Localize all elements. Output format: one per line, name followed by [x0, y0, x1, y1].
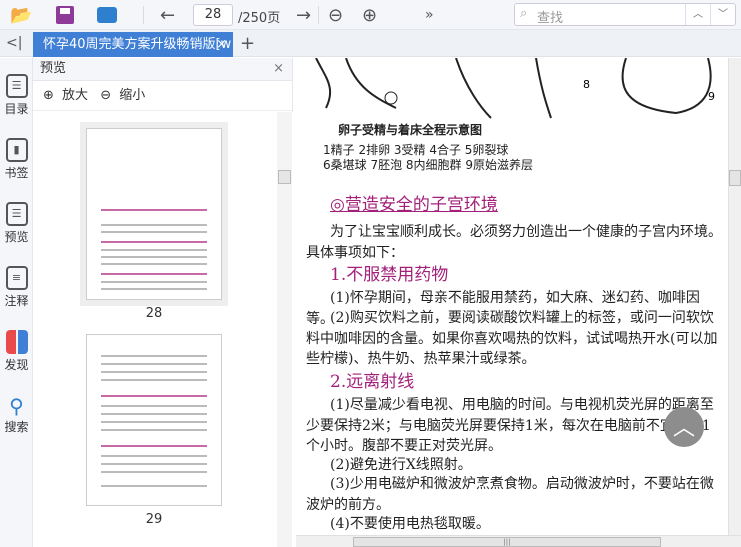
svg-text:8: 8	[583, 78, 590, 91]
thumbnail-page-number: 28	[145, 306, 163, 321]
paragraph: (3)少用电磁炉和微波炉烹煮食物。启动微波炉时，不要站在微波炉的前方。	[306, 476, 714, 513]
more-icon[interactable]: »	[425, 3, 434, 27]
paragraph: 为了让宝宝顺利成长。必须努力创造出一个健康的子宫内环境。具体事项如下：	[306, 224, 722, 261]
zoom-in-label: 放大	[62, 88, 89, 103]
zoom-out-button[interactable]: ⊖ 缩小	[100, 88, 149, 103]
section-heading: ◎营造安全的子宫环境	[330, 195, 498, 215]
new-tab-button[interactable]: +	[240, 33, 255, 54]
zoom-out-label: 缩小	[119, 88, 146, 103]
toolbar: 📂 ← 28 /250页 → ⊖ ⊕ » ⌕ 查找 ︿ ﹀	[0, 0, 741, 30]
page-total: /250页	[238, 11, 281, 26]
search-next-icon[interactable]: ﹀	[710, 4, 735, 25]
zoom-out-icon: ⊖	[100, 88, 112, 103]
thumbnail-list: 28 29	[33, 112, 293, 547]
svg-text:9: 9	[708, 90, 715, 103]
rail-label: 书签	[4, 166, 29, 180]
paragraph: (1)尽量减少看电视、用电脑的时间。与电视机荧光屏的距离至少要保持2米；与电脑荧…	[306, 397, 714, 454]
zoom-in-icon: ⊕	[43, 88, 54, 103]
scrollbar-thumb[interactable]: |||	[353, 537, 661, 547]
chevron-up-icon: ︿	[672, 416, 695, 441]
print-icon[interactable]	[97, 7, 117, 23]
zoom-out-icon[interactable]: ⊖	[328, 3, 343, 27]
next-page-icon[interactable]: →	[296, 3, 311, 27]
tab-document[interactable]: 怀孕40周完美方案升级畅销版[w ×	[33, 32, 233, 57]
figure-title: 卵子受精与着床全程示意图	[338, 123, 483, 137]
rail-label: 目录	[4, 102, 29, 116]
rail-item-discover[interactable]: 发现	[0, 330, 33, 373]
rail-item-search[interactable]: ⚲ 搜索	[0, 394, 33, 435]
search-input[interactable]: ⌕ 查找 ︿ ﹀	[514, 3, 736, 26]
bookmark-icon: ▮	[5, 138, 28, 162]
horizontal-scrollbar[interactable]: |||	[296, 535, 741, 547]
figure-legend: 6桑堪球 7胚泡 8内细胞群 9原始滋养层	[323, 158, 533, 172]
zoom-in-button[interactable]: ⊕ 放大	[43, 88, 92, 103]
page-thumbnail[interactable]	[80, 122, 228, 306]
subheading: 1.不服禁用药物	[330, 265, 449, 285]
page-number-input[interactable]: 28	[193, 4, 233, 26]
save-icon[interactable]	[56, 6, 74, 24]
rail-label: 注释	[4, 294, 29, 308]
apps-icon	[5, 330, 28, 354]
rail-item-preview[interactable]: ☰ 预览	[0, 202, 33, 245]
fertilization-illustration: 89	[296, 58, 728, 119]
thumbnail-page-number: 29	[145, 512, 163, 527]
open-folder-icon[interactable]: 📂	[10, 3, 32, 27]
paragraph: (4)不要使用电热毯取暖。	[330, 516, 490, 532]
rail-label: 搜索	[4, 420, 29, 434]
paragraph: (2)避免进行X线照射。	[330, 457, 472, 473]
close-tab-icon[interactable]: ×	[216, 32, 227, 57]
rail-item-toc[interactable]: ☰ 目录	[0, 74, 33, 117]
list-icon: ☰	[5, 74, 28, 98]
search-icon: ⚲	[9, 394, 24, 418]
vertical-scrollbar[interactable]	[728, 58, 741, 535]
search-prev-icon[interactable]: ︿	[685, 4, 710, 25]
rail-item-annotation[interactable]: ≡ 注释	[0, 266, 33, 309]
subheading: 2.远离射线	[330, 372, 415, 392]
rail-label: 发现	[4, 358, 29, 372]
document-view: 89 卵子受精与着床全程示意图 1精子 2排卵 3受精 4合子 5卵裂球 6桑堪…	[296, 58, 728, 535]
tab-title: 怀孕40周完美方案升级畅销版[w	[43, 37, 232, 52]
rail-label: 预览	[4, 230, 29, 244]
back-to-top-button[interactable]: ︿	[664, 407, 704, 447]
page-thumbnail[interactable]	[80, 328, 228, 512]
rail-item-bookmark[interactable]: ▮ 书签	[0, 138, 33, 181]
panel-scrollbar[interactable]	[277, 112, 292, 547]
zoom-in-icon[interactable]: ⊕	[362, 3, 377, 27]
note-icon: ≡	[5, 266, 28, 290]
prev-page-icon[interactable]: ←	[160, 3, 175, 27]
pages-icon: ☰	[5, 202, 28, 226]
tab-bar: <| 怀孕40周完美方案升级畅销版[w × +	[0, 30, 741, 57]
preview-panel: 预览 × ⊕ 放大 ⊖ 缩小 28 29	[33, 58, 293, 547]
collapse-sidebar-icon[interactable]: <|	[6, 35, 22, 51]
close-panel-icon[interactable]: ×	[273, 58, 284, 80]
paragraph: (2)购买饮料之前，要阅读碳酸饮料罐上的标签，或问一问软饮料中咖啡因的含量。如果…	[306, 310, 718, 367]
search-icon: ⌕	[520, 6, 528, 21]
panel-title: 预览	[40, 61, 67, 76]
side-rail: ☰ 目录 ▮ 书签 ☰ 预览 ≡ 注释 发现 ⚲ 搜索	[0, 58, 33, 547]
search-placeholder: 查找	[537, 11, 564, 26]
